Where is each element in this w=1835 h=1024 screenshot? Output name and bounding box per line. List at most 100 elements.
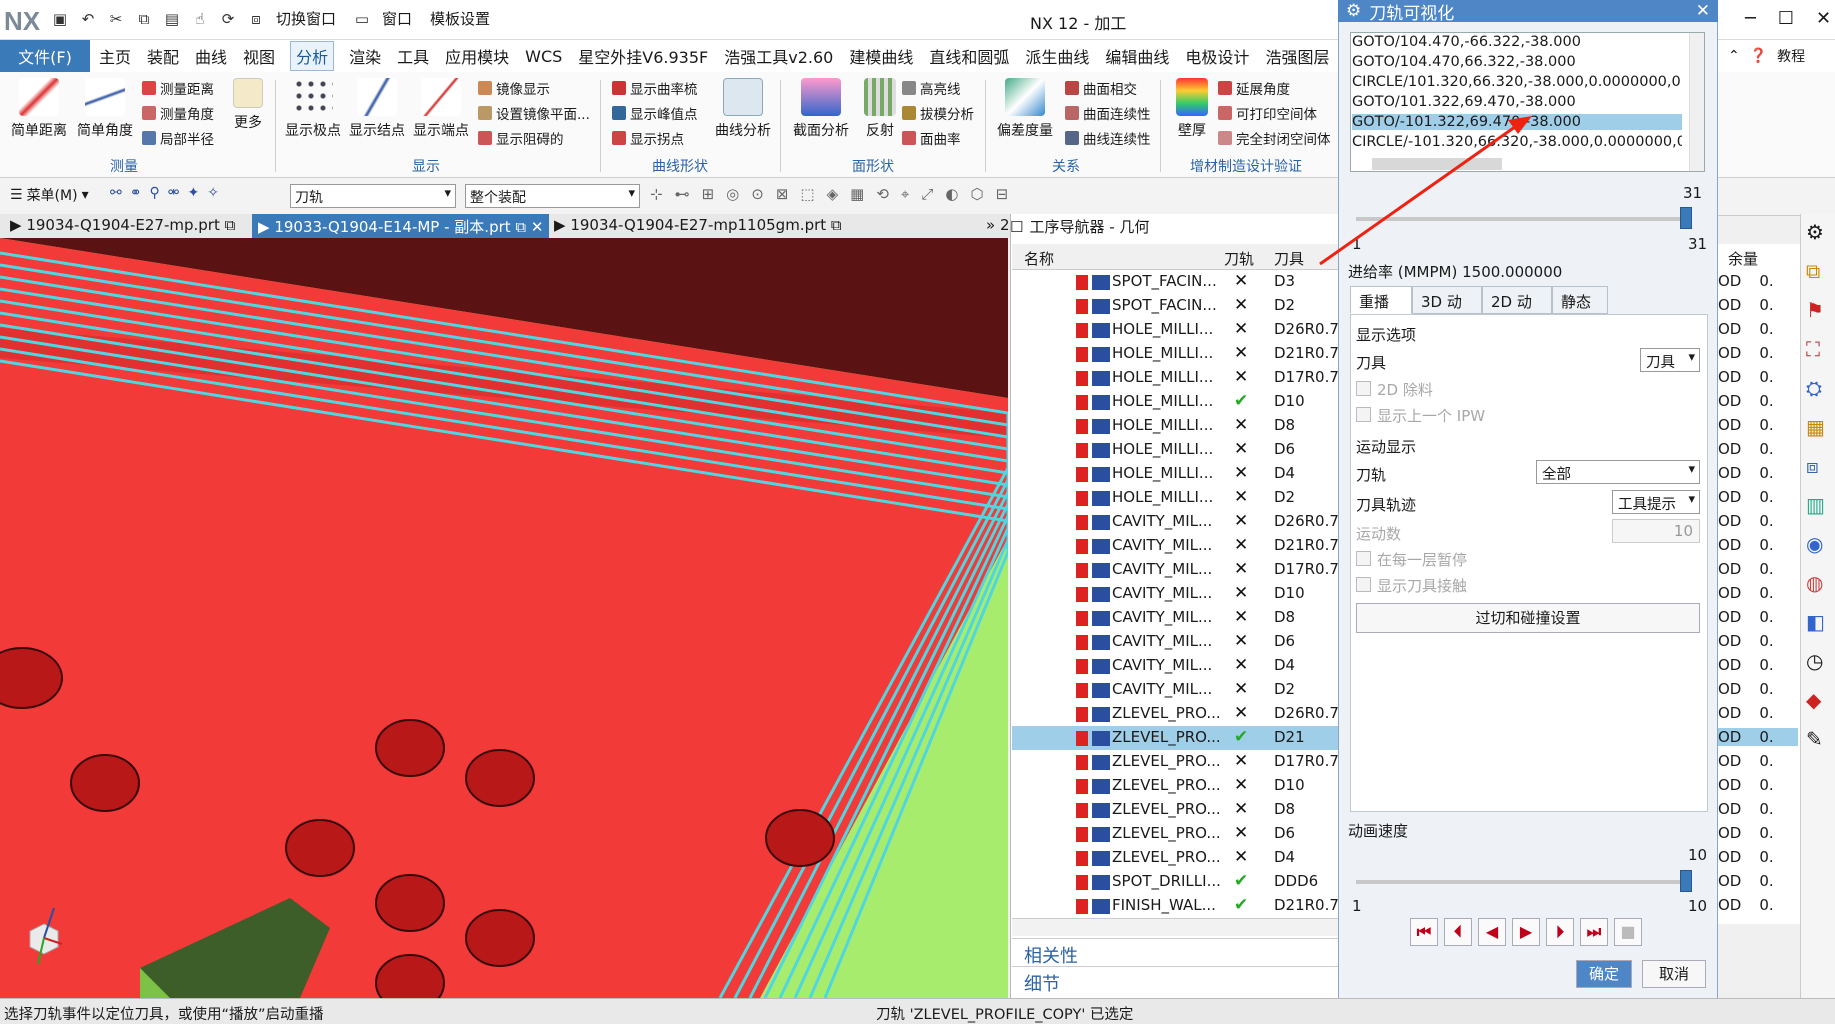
play-button[interactable]: ▶: [1512, 918, 1540, 946]
menu-tab[interactable]: 装配: [146, 44, 180, 68]
gear-icon[interactable]: ⚙: [1346, 1, 1361, 21]
measure-distance-button[interactable]: 测量距离: [142, 78, 214, 98]
tool-select[interactable]: 刀具: [1640, 348, 1700, 372]
menu-tab[interactable]: 分析: [290, 41, 335, 71]
menu-tab[interactable]: 电极设计: [1184, 44, 1250, 68]
rotate-icon[interactable]: ⟲: [876, 185, 889, 203]
shaded-view-icon[interactable]: ▦: [850, 185, 864, 203]
material-2d-checkbox[interactable]: [1356, 381, 1371, 396]
table-row[interactable]: CAVITY_MIL... ✕ D26R0.7: [1012, 510, 1340, 534]
trace-select[interactable]: 工具提示: [1612, 490, 1700, 514]
step-slider-track[interactable]: [1356, 217, 1692, 221]
gcode-list-scrollbar[interactable]: [1689, 33, 1704, 171]
show-poles-button[interactable]: 显示极点: [282, 78, 344, 140]
menu-tab[interactable]: 视图: [242, 44, 276, 68]
paste-icon[interactable]: ▤: [162, 9, 182, 29]
maximize-icon[interactable]: ☐: [1778, 8, 1794, 29]
select-all-icon[interactable]: ⚭: [130, 185, 142, 201]
table-row[interactable]: CAVITY_MIL... ✕ D10: [1012, 582, 1340, 606]
menu-tab[interactable]: 直线和圆弧: [928, 44, 1010, 68]
menu-tab[interactable]: 应用模块: [444, 44, 510, 68]
table-row[interactable]: HOLE_MILLI... ✔ D10: [1012, 390, 1340, 414]
table-row[interactable]: SPOT_FACIN... ✕ D2: [1012, 294, 1340, 318]
face-intersection-button[interactable]: 曲面相交: [1065, 78, 1137, 98]
menu-tab[interactable]: 浩强图层: [1264, 44, 1330, 68]
table-row[interactable]: CAVITY_MIL... ✕ D2: [1012, 678, 1340, 702]
clock-icon[interactable]: ◷: [1806, 649, 1825, 673]
gcode-line[interactable]: GOTO/104.470,66.322,-38.000: [1352, 54, 1682, 70]
arc-center-icon[interactable]: ◎: [726, 185, 739, 203]
template-settings-button[interactable]: 模板设置: [430, 8, 490, 29]
checkbox-icon[interactable]: ☐: [1010, 218, 1023, 236]
table-row[interactable]: ZLEVEL_PRO... ✕ D4: [1012, 846, 1340, 870]
mirror-display-button[interactable]: 镜像显示: [478, 78, 550, 98]
gcode-line[interactable]: GOTO/-101.322,69.470,-38.000: [1352, 114, 1682, 130]
grid-icon[interactable]: ⊠: [776, 185, 789, 203]
show-obstruction-button[interactable]: 显示阻碍的: [478, 128, 564, 148]
stop-button[interactable]: ■: [1614, 918, 1642, 946]
table-row[interactable]: ZLEVEL_PRO... ✕ D10: [1012, 774, 1340, 798]
tutorial-link[interactable]: 教程: [1777, 46, 1805, 66]
table-row[interactable]: ZLEVEL_PRO... ✔ D21: [1012, 726, 1340, 750]
more-button[interactable]: 更多: [228, 78, 268, 132]
menu-tab[interactable]: 派生曲线: [1024, 44, 1090, 68]
step-slider-thumb[interactable]: [1680, 207, 1692, 229]
ok-button[interactable]: 确定: [1576, 960, 1632, 988]
tab-static[interactable]: 静态: [1552, 286, 1608, 314]
table-row[interactable]: ZLEVEL_PRO... ✕ D8: [1012, 798, 1340, 822]
filter-icon[interactable]: ⚲: [149, 185, 159, 201]
gcode-line[interactable]: GOTO/101.322,69.470,-38.000: [1352, 94, 1682, 110]
table-row[interactable]: HOLE_MILLI... ✕ D17R0.7: [1012, 366, 1340, 390]
layer-icon[interactable]: ⬡: [970, 185, 983, 203]
table-row[interactable]: ZLEVEL_PRO... ✕ D26R0.7: [1012, 702, 1340, 726]
select-by-icon[interactable]: ⊞: [702, 185, 715, 203]
snap-icon[interactable]: ⊹: [650, 185, 663, 203]
hd3d-tools-icon[interactable]: ⧈: [1806, 454, 1825, 478]
display-icon[interactable]: ⊟: [996, 185, 1009, 203]
menu-tab[interactable]: 主页: [98, 44, 132, 68]
column-stock[interactable]: 余量: [1728, 248, 1758, 269]
menu-tab[interactable]: 浩强工具v2.60: [723, 44, 834, 68]
system-materials-icon[interactable]: ◍: [1806, 571, 1825, 595]
undo-icon[interactable]: ↶: [78, 9, 98, 29]
table-row[interactable]: CAVITY_MIL... ✕ D4: [1012, 654, 1340, 678]
show-prev-ipw-checkbox[interactable]: [1356, 407, 1371, 422]
column-name[interactable]: 名称: [1024, 248, 1054, 269]
settings-icon[interactable]: ⚙: [1806, 220, 1825, 244]
gcode-line[interactable]: CIRCLE/101.320,66.320,-38.000,0.0000000,…: [1352, 74, 1682, 90]
speed-slider-thumb[interactable]: [1680, 870, 1692, 892]
curve-continuity-button[interactable]: 曲线连续性: [1065, 128, 1151, 148]
doc-tab-2[interactable]: ▶ 19033-Q1904-E14-MP - 副本.prt ⧉ ✕: [252, 214, 550, 238]
wall-thickness-button[interactable]: 壁厚: [1166, 78, 1218, 140]
assembly-navigator-icon[interactable]: ⛶: [1806, 337, 1825, 361]
gcode-list-hscroll-thumb[interactable]: [1372, 158, 1502, 170]
step-back-button[interactable]: ⏴: [1444, 918, 1472, 946]
enclosed-space-button[interactable]: 完全封闭空间体: [1218, 128, 1331, 148]
curve-analysis-button[interactable]: 曲线分析: [712, 78, 774, 140]
fit-icon[interactable]: ⤢: [921, 185, 933, 203]
navigator-hscrollbar[interactable]: [1012, 918, 1340, 936]
help-icon[interactable]: ❓: [1750, 48, 1767, 64]
table-row[interactable]: HOLE_MILLI... ✕ D21R0.7: [1012, 342, 1340, 366]
minimize-icon[interactable]: ─: [1745, 8, 1756, 29]
motion-count-input[interactable]: 10: [1612, 519, 1700, 543]
table-row[interactable]: HOLE_MILLI... ✕ D8: [1012, 414, 1340, 438]
doc-tab-3[interactable]: ▶ 19034-Q1904-E27-mp1105gm.prt ⧉: [548, 214, 848, 238]
point-icon[interactable]: ⊙: [751, 185, 764, 203]
show-endpoints-button[interactable]: 显示端点: [410, 78, 472, 140]
table-row[interactable]: HOLE_MILLI... ✕ D6: [1012, 438, 1340, 462]
menu-tab[interactable]: 星空外挂V6.935F: [577, 44, 709, 68]
window-menu-button[interactable]: 窗口: [382, 8, 412, 29]
play-reverse-button[interactable]: ◀: [1478, 918, 1506, 946]
process-studio-icon[interactable]: ◧: [1806, 610, 1825, 634]
part-navigator-icon[interactable]: ⛭: [1806, 376, 1825, 400]
menu-tab[interactable]: 编辑曲线: [1104, 44, 1170, 68]
switch-window-button[interactable]: 切换窗口: [276, 8, 336, 29]
column-path[interactable]: 刀轨: [1224, 248, 1254, 269]
face-curvature-button[interactable]: 面曲率: [902, 128, 961, 148]
reuse-library-icon[interactable]: ▦: [1806, 415, 1825, 439]
view-front-icon[interactable]: ◈: [827, 185, 839, 203]
tab-3d-dynamic[interactable]: 3D 动态: [1412, 286, 1482, 332]
operation-navigator-icon[interactable]: ⧉: [1806, 259, 1825, 283]
set-mirror-plane-button[interactable]: 设置镜像平面...: [478, 103, 590, 123]
